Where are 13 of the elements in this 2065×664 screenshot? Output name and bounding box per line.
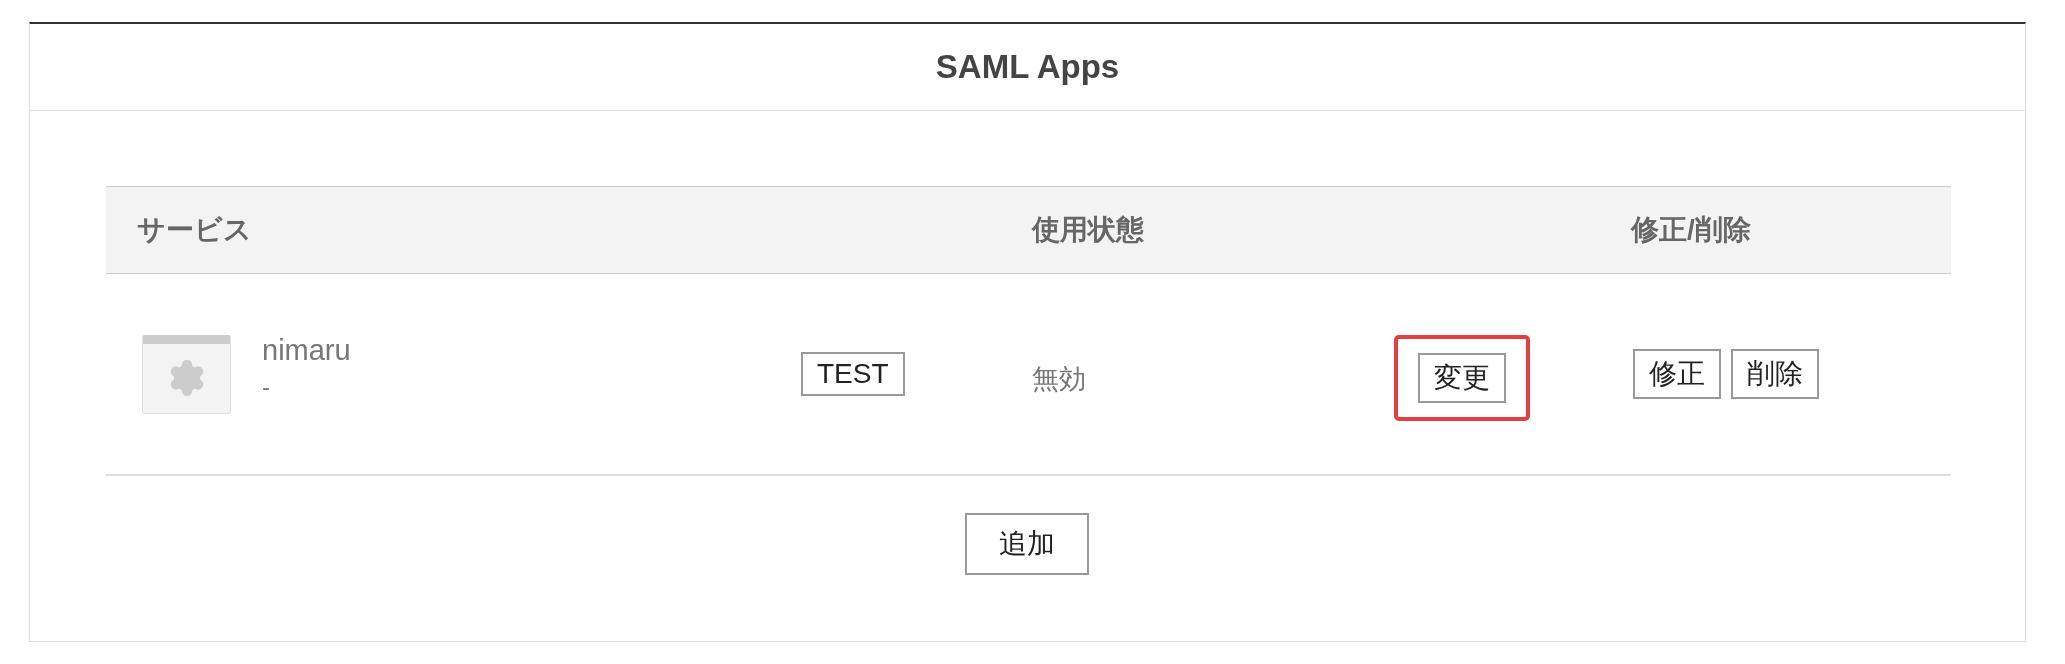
add-button[interactable]: 追加 (965, 513, 1089, 575)
delete-button[interactable]: 削除 (1731, 349, 1819, 399)
service-subtitle: - (262, 372, 271, 401)
column-header: サービス (136, 213, 253, 247)
column-header: 使用状態 (1032, 213, 1145, 247)
app-gear-icon (142, 334, 231, 414)
column-header: 修正/削除 (1631, 213, 1752, 247)
status-text: 無効 (1032, 363, 1087, 396)
change-button[interactable]: 変更 (1418, 353, 1506, 403)
service-name: nimaru (262, 333, 351, 367)
test-button[interactable]: TEST (801, 352, 905, 396)
edit-button[interactable]: 修正 (1633, 349, 1721, 399)
panel-title: SAML Apps (935, 48, 1120, 86)
